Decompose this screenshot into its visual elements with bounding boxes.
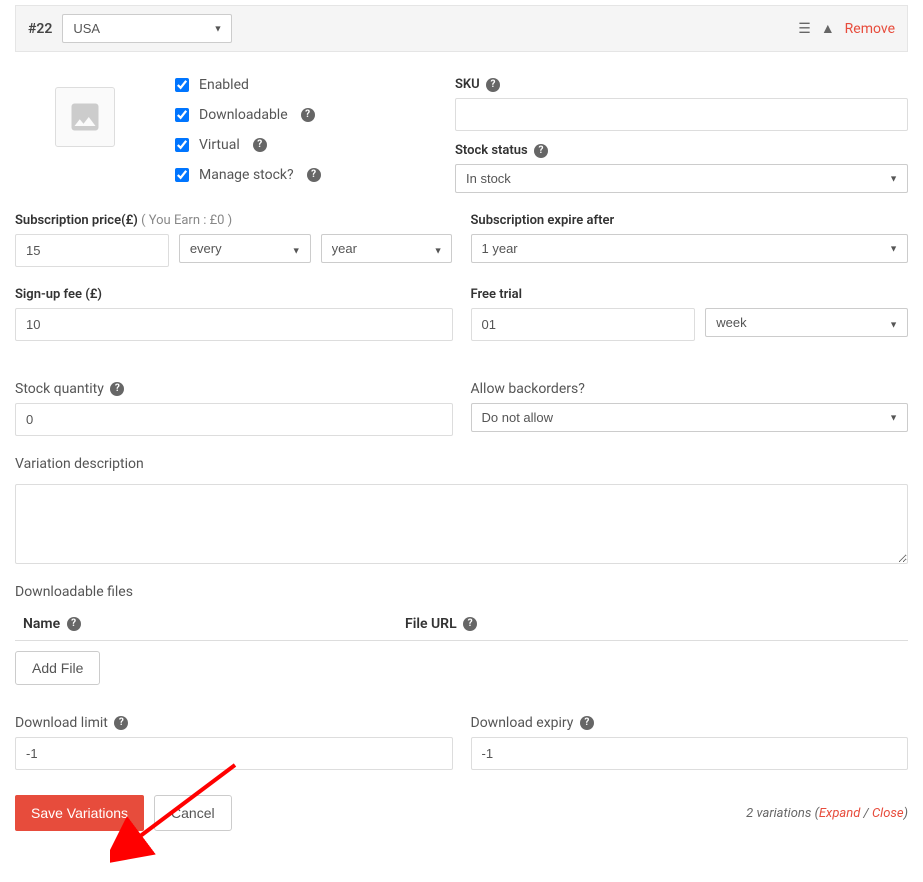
free-trial-label: Free trial <box>471 287 909 302</box>
backorders-select[interactable]: Do not allow <box>471 403 909 432</box>
download-limit-label: Download limit ? <box>15 715 453 731</box>
help-icon[interactable]: ? <box>301 108 315 122</box>
help-icon[interactable]: ? <box>534 144 548 158</box>
image-icon <box>67 99 103 135</box>
sku-input[interactable] <box>455 98 908 131</box>
checks-column: Enabled Downloadable ? Virtual ? Manage … <box>175 67 435 193</box>
stock-status-select[interactable]: In stock <box>455 164 908 193</box>
manage-stock-checkbox[interactable] <box>175 168 189 182</box>
free-trial-input[interactable] <box>471 308 696 341</box>
subscription-price-input[interactable] <box>15 234 169 267</box>
expand-link[interactable]: Expand <box>819 806 860 821</box>
th-url: File URL <box>405 616 457 632</box>
downloads-label: Downloadable files <box>15 584 908 600</box>
th-name: Name <box>23 616 60 632</box>
backorders-label: Allow backorders? <box>471 381 909 397</box>
description-textarea[interactable] <box>15 484 908 564</box>
remove-link[interactable]: Remove <box>845 21 895 37</box>
help-icon[interactable]: ? <box>580 716 594 730</box>
help-icon[interactable]: ? <box>307 168 321 182</box>
enabled-checkbox[interactable] <box>175 78 189 92</box>
virtual-checkbox[interactable] <box>175 138 189 152</box>
add-file-button[interactable]: Add File <box>15 651 100 685</box>
download-expiry-input[interactable] <box>471 737 909 770</box>
help-icon[interactable]: ? <box>110 382 124 396</box>
help-icon[interactable]: ? <box>463 617 477 631</box>
description-label: Variation description <box>15 456 908 472</box>
help-icon[interactable]: ? <box>253 138 267 152</box>
virtual-label: Virtual <box>199 137 240 153</box>
download-limit-input[interactable] <box>15 737 453 770</box>
header-actions: ☰ ▲ Remove <box>798 21 895 37</box>
stock-qty-input[interactable] <box>15 403 453 436</box>
cancel-button[interactable]: Cancel <box>154 795 232 831</box>
attribute-select-wrap: USA <box>62 14 232 43</box>
subscription-period-prefix-select[interactable]: every <box>179 234 311 263</box>
variation-id: #22 <box>28 21 52 37</box>
image-column <box>15 67 155 193</box>
help-icon[interactable]: ? <box>114 716 128 730</box>
help-icon[interactable]: ? <box>67 617 81 631</box>
downloads-table-header: Name ? File URL ? <box>15 608 908 641</box>
close-link[interactable]: Close <box>872 806 904 821</box>
stock-status-label: Stock status ? <box>455 143 908 158</box>
footer-status: 2 variations (Expand / Close) <box>746 806 908 821</box>
save-variations-button[interactable]: Save Variations <box>15 795 144 831</box>
subscription-price-label: Subscription price(£) ( You Earn : £0 ) <box>15 213 453 228</box>
variation-image-placeholder[interactable] <box>55 87 115 147</box>
subscription-expire-select[interactable]: 1 year <box>471 234 909 263</box>
variation-body: Enabled Downloadable ? Virtual ? Manage … <box>0 52 923 846</box>
manage-stock-label: Manage stock? <box>199 167 294 183</box>
sku-label: SKU ? <box>455 77 908 92</box>
enabled-label: Enabled <box>199 77 249 93</box>
help-icon[interactable]: ? <box>486 78 500 92</box>
top-section: Enabled Downloadable ? Virtual ? Manage … <box>15 67 908 193</box>
sku-stock-column: SKU ? Stock status ? In stock <box>455 67 908 193</box>
collapse-icon[interactable]: ▲ <box>821 22 835 36</box>
download-expiry-label: Download expiry ? <box>471 715 909 731</box>
menu-icon[interactable]: ☰ <box>798 22 811 36</box>
subscription-expire-label: Subscription expire after <box>471 213 909 228</box>
subscription-period-unit-select[interactable]: year <box>321 234 453 263</box>
variation-header: #22 USA ☰ ▲ Remove <box>15 5 908 52</box>
downloadable-label: Downloadable <box>199 107 288 123</box>
footer-row: Save Variations Cancel 2 variations (Exp… <box>15 795 908 831</box>
stock-qty-label: Stock quantity ? <box>15 381 453 397</box>
signup-fee-input[interactable] <box>15 308 453 341</box>
attribute-select[interactable]: USA <box>62 14 232 43</box>
signup-fee-label: Sign-up fee (£) <box>15 287 453 302</box>
downloadable-checkbox[interactable] <box>175 108 189 122</box>
free-trial-unit-select[interactable]: week <box>705 308 908 337</box>
